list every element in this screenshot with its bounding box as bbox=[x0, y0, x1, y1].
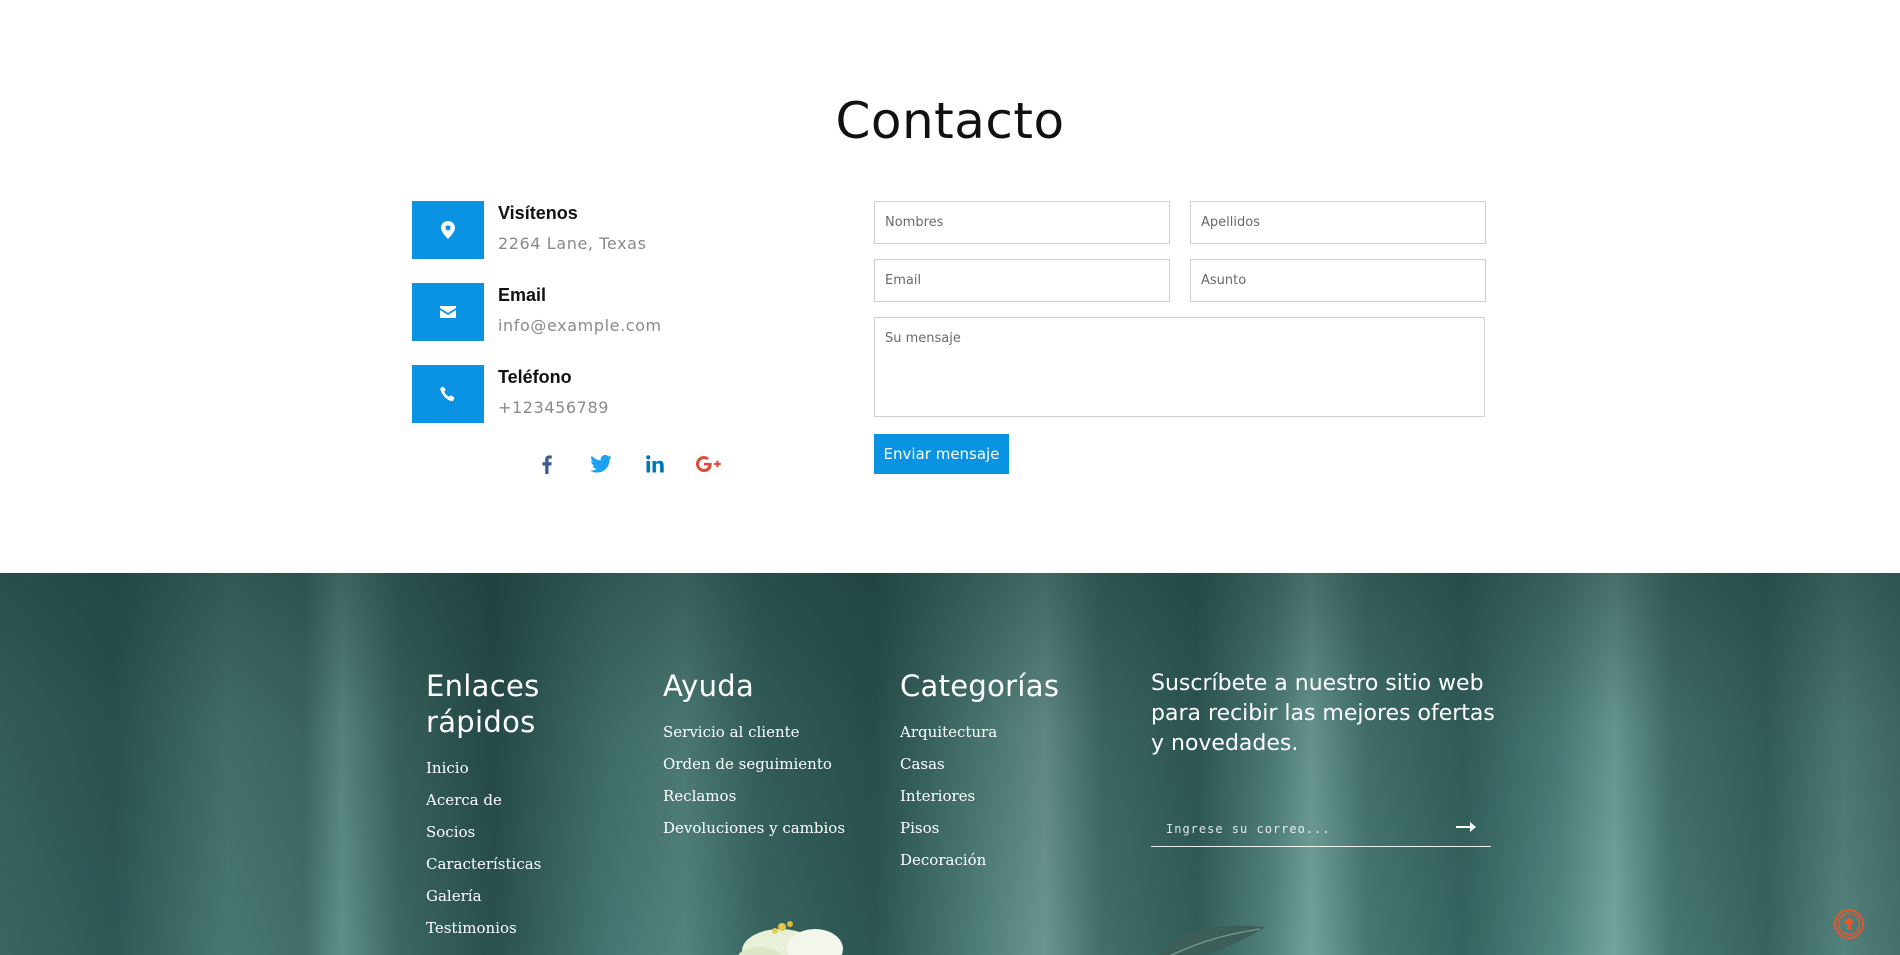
google-plus-icon[interactable] bbox=[682, 450, 736, 478]
contact-info-phone: Teléfono +123456789 bbox=[412, 365, 792, 423]
facebook-icon[interactable] bbox=[520, 450, 574, 478]
subscribe-email-input[interactable] bbox=[1151, 811, 1491, 847]
footer-link[interactable]: Inicio bbox=[426, 752, 626, 784]
footer-link[interactable]: Características bbox=[426, 848, 626, 880]
quick-links-column: Enlaces rápidos Inicio Acerca de Socios … bbox=[426, 668, 626, 944]
footer-link[interactable]: Decoración bbox=[900, 844, 1120, 876]
quick-links-list: Inicio Acerca de Socios Características … bbox=[426, 752, 626, 944]
back-to-top-button[interactable] bbox=[1833, 908, 1865, 940]
phone-value[interactable]: +123456789 bbox=[498, 398, 609, 417]
twitter-icon[interactable] bbox=[574, 450, 628, 478]
message-textarea[interactable] bbox=[874, 317, 1485, 417]
quick-links-title: Enlaces rápidos bbox=[426, 669, 540, 739]
categories-title: Categorías bbox=[900, 669, 1060, 703]
footer-link[interactable]: Socios bbox=[426, 816, 626, 848]
footer-link[interactable]: Devoluciones y cambios bbox=[663, 812, 883, 844]
categories-column: Categorías Arquitectura Casas Interiores… bbox=[900, 668, 1120, 876]
send-message-button[interactable]: Enviar mensaje bbox=[874, 434, 1009, 474]
subscribe-button[interactable] bbox=[1450, 811, 1482, 843]
help-column: Ayuda Servicio al cliente Orden de segui… bbox=[663, 668, 883, 844]
categories-list: Arquitectura Casas Interiores Pisos Deco… bbox=[900, 716, 1120, 876]
contact-info-email: Email info@example.com bbox=[412, 283, 792, 341]
footer-link[interactable]: Interiores bbox=[900, 780, 1120, 812]
map-marker-icon bbox=[412, 201, 484, 259]
contact-section: Contacto Visítenos 2264 Lane, Texas Emai… bbox=[0, 0, 1900, 573]
social-links bbox=[520, 450, 736, 478]
visit-label: Visítenos bbox=[498, 203, 578, 223]
linkedin-icon[interactable] bbox=[628, 450, 682, 478]
visit-address: 2264 Lane, Texas bbox=[498, 234, 647, 253]
arrow-right-icon bbox=[1456, 822, 1476, 832]
footer-link[interactable]: Galería bbox=[426, 880, 626, 912]
footer-link[interactable]: Servicio al cliente bbox=[663, 716, 883, 748]
leaf-image bbox=[1159, 925, 1265, 955]
footer-link[interactable]: Reclamos bbox=[663, 780, 883, 812]
contact-title: Contacto bbox=[835, 92, 1065, 150]
phone-label: Teléfono bbox=[498, 367, 572, 387]
flower-image bbox=[738, 921, 843, 955]
email-value[interactable]: info@example.com bbox=[498, 316, 662, 335]
phone-icon bbox=[412, 365, 484, 423]
footer-link[interactable]: Pisos bbox=[900, 812, 1120, 844]
footer-link[interactable]: Arquitectura bbox=[900, 716, 1120, 748]
subject-input[interactable] bbox=[1190, 259, 1486, 302]
help-list: Servicio al cliente Orden de seguimiento… bbox=[663, 716, 883, 844]
email-input[interactable] bbox=[874, 259, 1170, 302]
first-name-input[interactable] bbox=[874, 201, 1170, 244]
footer-link[interactable]: Casas bbox=[900, 748, 1120, 780]
subscribe-title: Suscríbete a nuestro sitio web para reci… bbox=[1151, 671, 1495, 756]
contact-info-visit: Visítenos 2264 Lane, Texas bbox=[412, 201, 792, 259]
envelope-icon bbox=[412, 283, 484, 341]
last-name-input[interactable] bbox=[1190, 201, 1486, 244]
footer-link[interactable]: Testimonios bbox=[426, 912, 626, 944]
email-label: Email bbox=[498, 285, 547, 305]
arrow-up-circle-icon bbox=[1834, 909, 1864, 939]
footer: Enlaces rápidos Inicio Acerca de Socios … bbox=[0, 573, 1900, 955]
help-title: Ayuda bbox=[663, 669, 755, 703]
footer-link[interactable]: Orden de seguimiento bbox=[663, 748, 883, 780]
footer-link[interactable]: Acerca de bbox=[426, 784, 626, 816]
